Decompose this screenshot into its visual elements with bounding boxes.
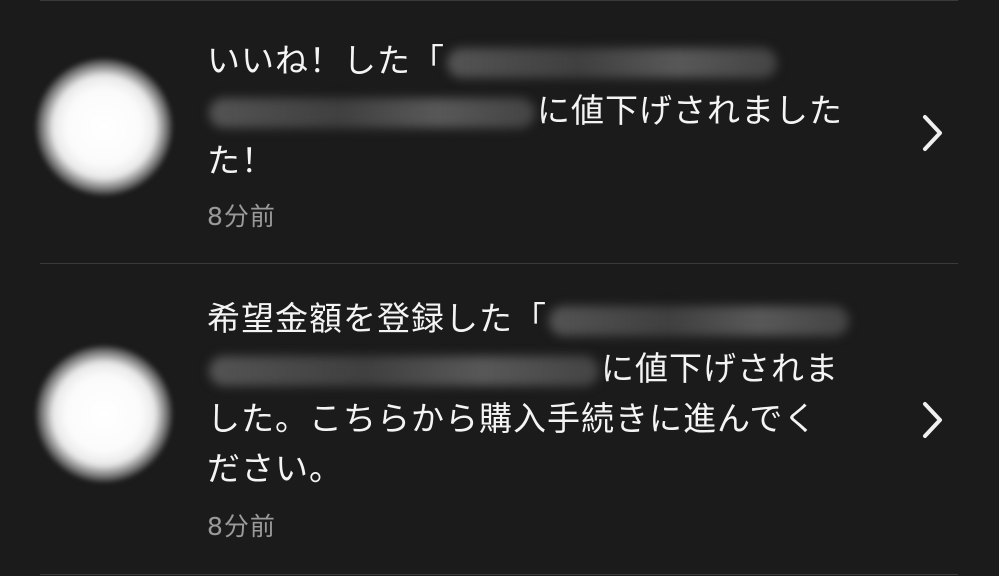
divider <box>40 574 958 575</box>
notification-timestamp: 8分前 <box>207 202 276 231</box>
notification-tail-text-2: ださい。 <box>207 449 343 488</box>
notification-lead-text: いいね！した「 <box>207 41 445 80</box>
notification-list: いいね！した「 に値下げされました た！ 8分前 希望金額を登録した「 に値下げされま… <box>0 0 999 576</box>
notification-message: いいね！した「に値下げされましたた！ <box>207 36 867 186</box>
redacted-item-name-continued <box>209 355 599 386</box>
notification-action-text: に値下げされま <box>601 349 839 388</box>
chevron-right-icon <box>923 402 942 438</box>
redacted-item-name <box>447 47 777 78</box>
avatar <box>35 345 173 483</box>
notification-item-price-drop-liked[interactable]: いいね！した「に値下げされましたた！ 8分前 <box>0 1 999 263</box>
chevron-right-icon <box>923 115 942 151</box>
notification-message: 希望金額を登録した「に値下げされました。こちらから購入手続きに進んでく ださい。 <box>207 294 867 494</box>
notification-action-text: に値下げされました <box>537 91 843 130</box>
notification-lead-text: 希望金額を登録した「 <box>207 299 547 338</box>
notification-item-price-drop-offer[interactable]: 希望金額を登録した「 に値下げされま した。こちらから購入手続きに進んでく ださい。 … <box>0 264 999 574</box>
notification-tail-text: した。こちらから購入手続きに進んでく <box>207 399 818 438</box>
notification-tail-text: た！ <box>207 141 275 180</box>
redacted-item-name <box>549 305 849 336</box>
avatar <box>35 58 173 196</box>
notification-timestamp: 8分前 <box>207 512 276 541</box>
redacted-item-name-continued <box>209 97 535 128</box>
